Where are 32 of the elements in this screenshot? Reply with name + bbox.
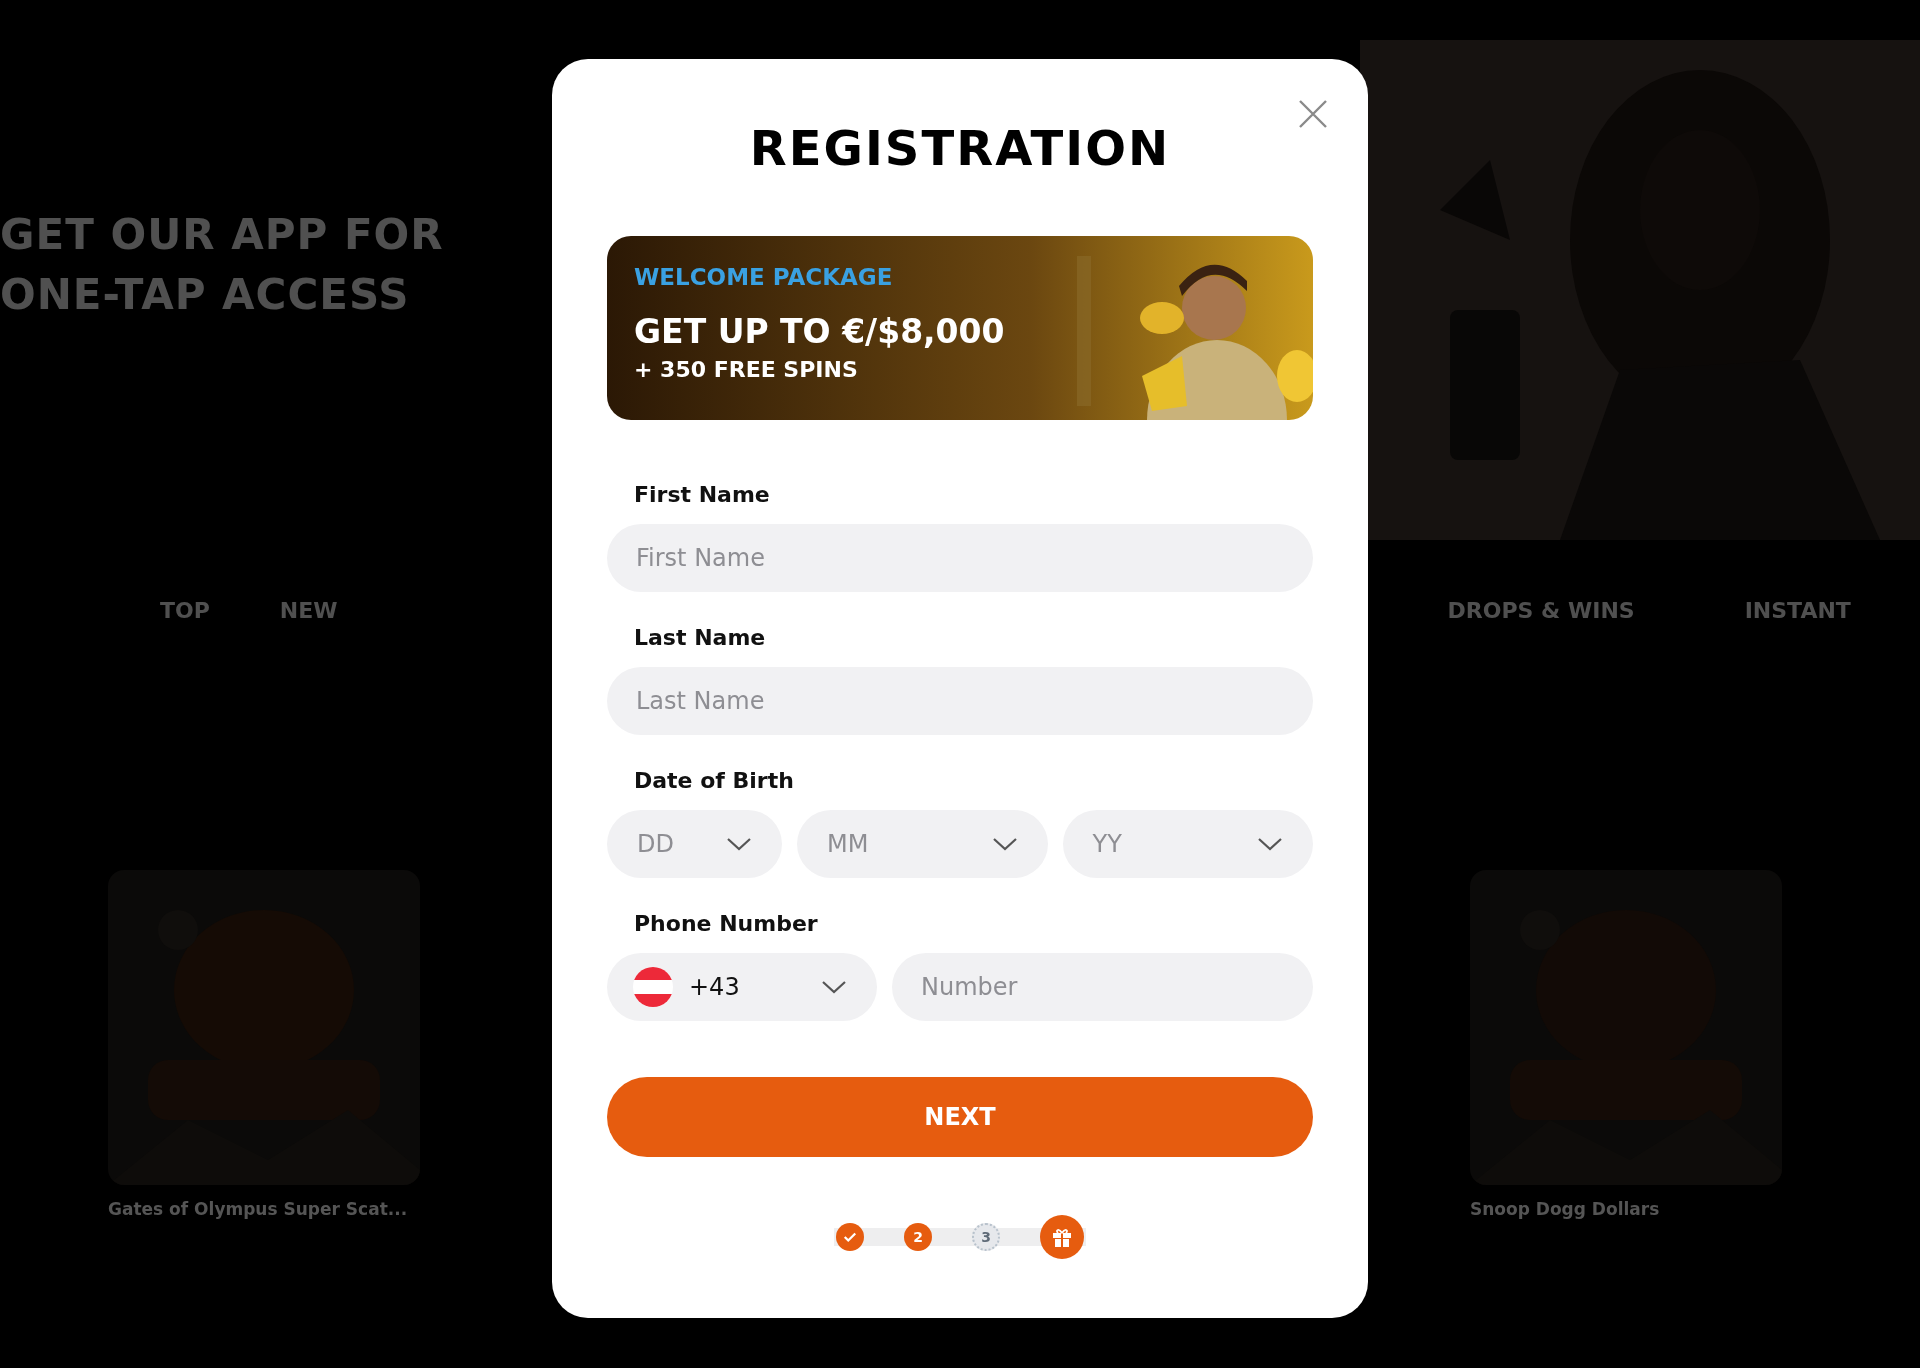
category-tab[interactable]: DROPS & WINS [1447,597,1635,623]
field-label: Phone Number [633,912,819,936]
close-icon[interactable] [1298,99,1328,129]
chevron-down-icon [726,836,752,852]
date-dropdown[interactable]: DD [607,810,782,878]
text-field[interactable]: First Name [607,524,1313,592]
hero-headline: ONE-TAP ACCESS [0,269,411,321]
next-button[interactable]: NEXT [607,1077,1313,1157]
date-dropdown[interactable]: YY [1062,810,1313,878]
field-label: Date of Birth [633,769,795,793]
flag-icon [633,967,673,1007]
game-title[interactable]: Snoop Dogg Dollars [1470,1199,1782,1219]
text-field[interactable]: Last Name [607,667,1313,735]
dialog-title: REGISTRATION [748,120,1172,176]
banner-subline: + 350 FREE SPINS [634,357,859,382]
country-code-dropdown[interactable]: +43 [607,953,877,1021]
category-tab[interactable]: TOP [160,597,210,623]
phone-number-field[interactable]: Number [892,953,1313,1021]
category-tab[interactable]: INSTANT [1744,597,1851,623]
field-label: First Name [633,483,771,507]
chevron-down-icon [1257,836,1283,852]
field-label: Last Name [633,626,767,650]
step-number: 2 [904,1223,932,1251]
step-number: 3 [972,1223,1000,1251]
date-dropdown[interactable]: MM [797,810,1048,878]
chevron-down-icon [821,979,847,995]
banner-headline: GET UP TO €/$8,000 [634,312,1006,351]
banner-eyebrow: WELCOME PACKAGE [634,264,894,290]
hero-headline: GET OUR APP FOR [0,209,445,261]
category-tab[interactable]: NEW [279,597,338,623]
chevron-down-icon [991,836,1018,852]
game-title[interactable]: Gates of Olympus Super Scat... [108,1199,420,1219]
